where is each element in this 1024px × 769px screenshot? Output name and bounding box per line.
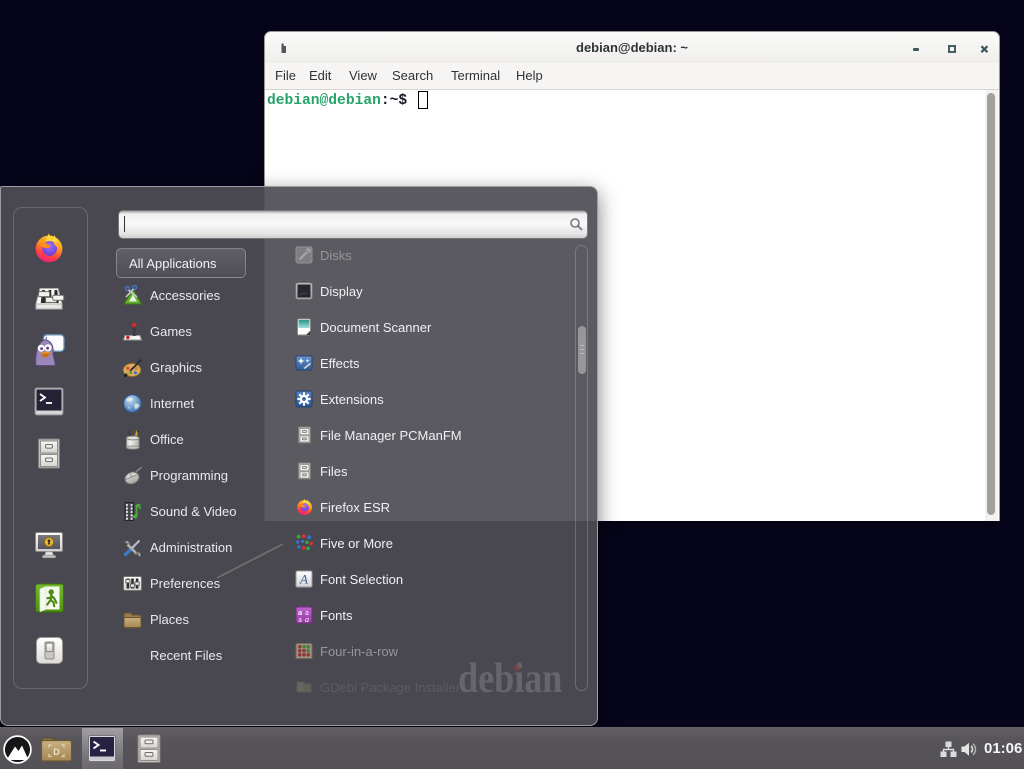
svg-text:A: A <box>299 572 308 587</box>
svg-text:D: D <box>53 747 60 757</box>
svg-text:a: a <box>298 614 302 624</box>
svg-text:a: a <box>305 614 309 624</box>
